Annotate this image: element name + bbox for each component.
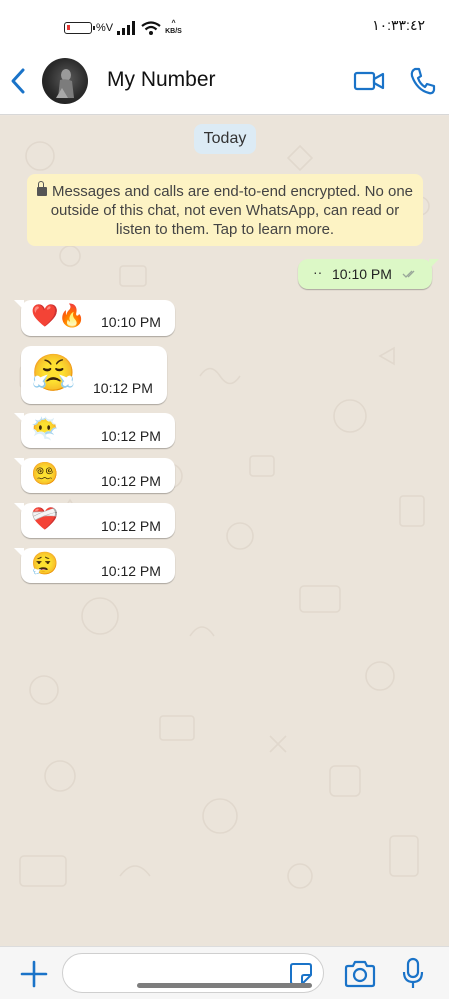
chat-header: My Number (0, 52, 449, 115)
message-incoming[interactable]: 😮‍💨 10:12 PM (14, 548, 175, 583)
message-time: 10:10 PM (332, 266, 392, 282)
encryption-notice-text: Messages and calls are end-to-end encryp… (50, 183, 414, 238)
message-time: 10:12 PM (93, 380, 153, 396)
chat-area[interactable]: Today Messages and calls are end-to-end … (0, 116, 449, 946)
lock-icon (36, 181, 47, 196)
date-chip: Today (194, 124, 256, 154)
status-bar: %V ^ KB/S ١٠:٣٣:٤٢ (0, 0, 449, 52)
message-emoji: 😤 (31, 353, 76, 394)
avatar[interactable] (42, 58, 88, 104)
status-time: ١٠:٣٣:٤٢ (372, 17, 425, 33)
network-speed: ^ KB/S (165, 20, 182, 35)
chevron-left-icon[interactable] (6, 66, 30, 96)
battery-icon (64, 22, 95, 34)
microphone-icon[interactable] (401, 957, 425, 991)
encryption-notice[interactable]: Messages and calls are end-to-end encryp… (27, 174, 423, 246)
phone-icon[interactable] (408, 66, 436, 96)
input-bar (0, 946, 449, 999)
battery-text: %V (96, 22, 114, 34)
home-indicator[interactable] (137, 983, 312, 988)
signal-icon (117, 21, 136, 35)
message-emoji: 😮‍💨 (31, 552, 59, 577)
contact-name[interactable]: My Number (107, 68, 216, 92)
message-outgoing[interactable]: ·· 10:10 PM (298, 259, 439, 289)
plus-icon[interactable] (19, 959, 49, 989)
message-time: 10:12 PM (101, 518, 161, 534)
double-check-icon (402, 270, 415, 278)
message-incoming[interactable]: 😵‍💫 10:12 PM (14, 458, 175, 493)
message-incoming[interactable]: ❤️‍🩹 10:12 PM (14, 503, 175, 538)
message-emoji: 😵‍💫 (31, 462, 59, 487)
message-time: 10:12 PM (101, 428, 161, 444)
message-incoming[interactable]: 😶‍🌫️ 10:12 PM (14, 413, 175, 448)
camera-icon[interactable] (343, 959, 377, 989)
status-indicators: %V ^ KB/S (64, 20, 182, 36)
message-emoji: ❤️‍🩹 (31, 507, 59, 532)
message-emoji: ❤️🔥 (31, 304, 86, 329)
video-camera-icon[interactable] (353, 68, 385, 94)
message-emoji: 😶‍🌫️ (31, 417, 59, 442)
message-incoming[interactable]: ❤️🔥 10:10 PM (14, 300, 175, 336)
message-text: ·· (313, 264, 323, 280)
message-incoming[interactable]: 😤 10:12 PM (21, 346, 167, 404)
wifi-icon (141, 21, 161, 35)
message-time: 10:12 PM (101, 563, 161, 579)
message-time: 10:12 PM (101, 473, 161, 489)
message-time: 10:10 PM (101, 314, 161, 330)
